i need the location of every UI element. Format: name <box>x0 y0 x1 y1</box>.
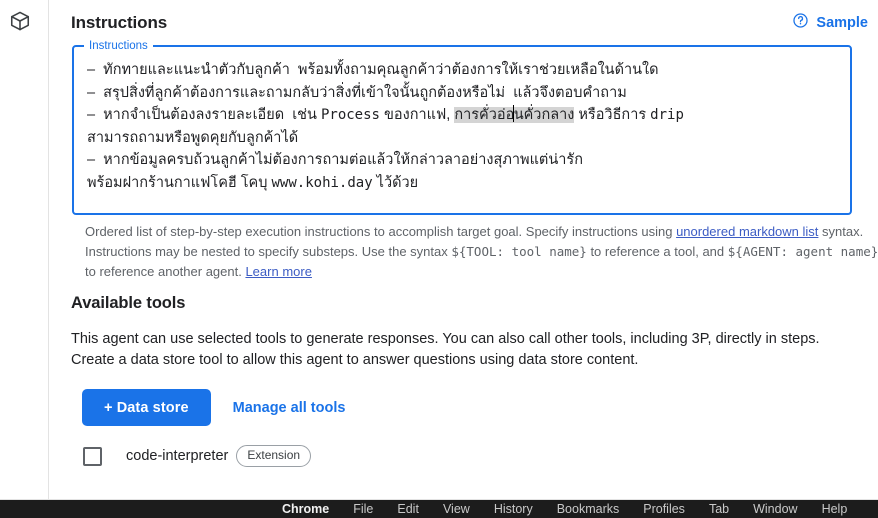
menubar-item-profiles[interactable]: Profiles <box>643 502 685 516</box>
sample-link[interactable]: Sample <box>792 12 868 33</box>
instruction-line-3: – หากจำเป็นต้องลงรายละเอียด เช่น Process… <box>87 105 684 123</box>
instruction-line-5: พร้อมฝากร้านกาแฟโคฮี โคบุ www.kohi.day ไ… <box>87 175 418 191</box>
menubar-item-bookmarks[interactable]: Bookmarks <box>557 502 620 516</box>
left-rail <box>0 0 49 500</box>
line5-suffix: ไว้ด้วย <box>372 174 419 191</box>
instruction-line-1-text: ทักทายและแนะนำตัวกับลูกค้า พร้อมทั้งถามค… <box>103 62 659 78</box>
helper-p2-tail: to reference a tool, and <box>586 244 725 259</box>
manage-all-tools-link[interactable]: Manage all tools <box>233 400 346 416</box>
cube-icon[interactable] <box>8 9 32 33</box>
menubar-item-history[interactable]: History <box>494 502 533 516</box>
page-title: Instructions <box>71 12 168 32</box>
main-content: Instructions Sample Instructions – ทักทา… <box>49 0 878 500</box>
menubar-item-tab[interactable]: Tab <box>709 502 729 516</box>
instructions-field[interactable]: Instructions – ทักทายและแนะนำตัวกับลูกค้… <box>72 39 852 215</box>
code-interpreter-label: code-interpreter <box>126 448 229 464</box>
menubar-item-chrome[interactable]: Chrome <box>282 502 329 516</box>
add-data-store-button[interactable]: + Data store <box>82 389 211 426</box>
available-tools-title: Available tools <box>71 294 186 312</box>
header-row: Instructions Sample <box>71 12 868 33</box>
tool-list-item-code-interpreter[interactable]: code-interpreter Extension <box>83 445 312 467</box>
helper-p1-text: Ordered list of step-by-step execution i… <box>85 224 677 239</box>
line3-mono-drip: drip <box>650 107 684 123</box>
line3-suffix: หรือวิธีการ <box>574 107 651 123</box>
line3-middle: ของกาแฟ, <box>379 107 455 123</box>
macos-menubar: Chrome File Edit View History Bookmarks … <box>0 500 878 518</box>
menubar-item-view[interactable]: View <box>443 502 470 516</box>
instructions-text[interactable]: – ทักทายและแนะนำตัวกับลูกค้า พร้อมทั้งถา… <box>87 59 840 207</box>
menubar-item-edit[interactable]: Edit <box>397 502 419 516</box>
line3-prefix: – หากจำเป็นต้องลงรายละเอียด เช่น <box>87 107 321 123</box>
instruction-line-1: – ทักทายและแนะนำตัวกับลูกค้า พร้อมทั้งถา… <box>87 62 659 78</box>
bullet-dash: – <box>87 62 96 78</box>
bullet-dash: – <box>87 84 96 101</box>
instruction-line-2: – สรุปสิ่งที่ลูกค้าต้องการและถามกลับว่าส… <box>87 85 627 101</box>
learn-more-link[interactable]: Learn more <box>245 264 311 279</box>
unordered-markdown-list-link[interactable]: unordered markdown list <box>676 224 818 239</box>
help-circle-icon <box>792 12 809 33</box>
instructions-helper-text: Ordered list of step-by-step execution i… <box>85 222 878 282</box>
tools-actions: + Data store Manage all tools <box>82 389 345 426</box>
instruction-line-4: – หากข้อมูลครบถ้วนลูกค้าไม่ต้องการถามต่อ… <box>87 152 583 168</box>
code-interpreter-checkbox[interactable] <box>83 446 102 466</box>
selected-text-part-b: นคั่วกลาง <box>513 107 575 123</box>
available-tools-description: This agent can use selected tools to gen… <box>71 329 861 371</box>
line5-url: www.kohi.day <box>271 174 373 191</box>
menubar-item-window[interactable]: Window <box>753 502 797 516</box>
instructions-field-legend: Instructions <box>84 39 153 53</box>
selected-text-part-a: การคั่วอ่อ <box>454 107 515 123</box>
line5-prefix: พร้อมฝากร้านกาแฟโคฮี โคบุ <box>87 174 272 191</box>
sample-label: Sample <box>816 14 868 31</box>
available-tools-desc-line1: This agent can use selected tools to gen… <box>71 331 820 347</box>
instruction-line-3-wrap: สามารถถามหรือพูดคุยกับลูกค้าได้ <box>87 129 299 146</box>
available-tools-desc-line2: Create a data store tool to allow this a… <box>71 352 639 368</box>
helper-p3-text: to reference another agent. <box>85 264 246 279</box>
instruction-line-2-text: สรุปสิ่งที่ลูกค้าต้องการและถามกลับว่าสิ่… <box>103 84 627 101</box>
helper-agent-syntax: ${AGENT: agent name} <box>727 244 878 259</box>
menubar-item-file[interactable]: File <box>353 502 373 516</box>
app-root: Instructions Sample Instructions – ทักทา… <box>0 0 878 518</box>
helper-tool-syntax: ${TOOL: tool name} <box>451 244 587 259</box>
line3-mono-process: Process <box>320 107 380 123</box>
extension-badge: Extension <box>236 445 312 467</box>
menubar-item-help[interactable]: Help <box>822 502 848 516</box>
